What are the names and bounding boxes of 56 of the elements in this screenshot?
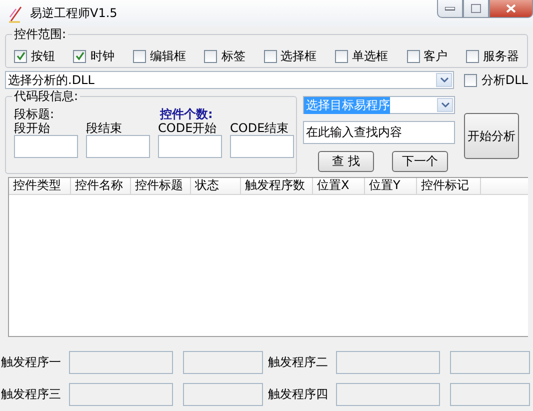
input-field[interactable] xyxy=(183,383,263,406)
input-field[interactable] xyxy=(69,351,173,374)
field-label: 段开始 xyxy=(14,121,51,135)
group-title: 控件范围: xyxy=(12,27,68,41)
input-field[interactable] xyxy=(336,351,440,374)
column-header[interactable]: 控件标题 xyxy=(131,178,191,194)
checkbox[interactable]: 选择框 xyxy=(264,48,317,64)
input-field[interactable] xyxy=(86,135,150,158)
app-icon xyxy=(8,4,24,22)
search-field[interactable]: 在此输入查找内容 xyxy=(303,121,455,144)
column-header[interactable]: 位置X xyxy=(313,178,365,194)
input-field[interactable] xyxy=(230,135,294,158)
checkbox[interactable]: 客户 xyxy=(406,48,448,64)
field-label: 段结束 xyxy=(86,121,123,135)
input-field[interactable] xyxy=(336,383,440,406)
input-field[interactable] xyxy=(69,383,173,406)
column-header[interactable]: 触发程序数 xyxy=(241,178,313,194)
column-header[interactable]: 控件标记 xyxy=(417,178,481,194)
analyze-dll-checkbox[interactable]: 分析DLL xyxy=(464,72,528,88)
input-field[interactable] xyxy=(14,135,78,158)
maximize-icon xyxy=(471,4,481,13)
dll-dropdown[interactable]: 选择分析的.DLL xyxy=(5,71,454,89)
column-header[interactable]: 位置Y xyxy=(365,178,417,194)
column-header[interactable]: 状态 xyxy=(191,178,241,194)
next-button[interactable]: 下一个 xyxy=(392,151,448,172)
window-title: 易逆工程师V1.5 xyxy=(30,5,118,22)
minimize-button[interactable] xyxy=(437,0,463,18)
checkmark-icon xyxy=(74,51,85,61)
column-header[interactable]: 控件名称 xyxy=(71,178,131,194)
checkbox[interactable]: 按钮 xyxy=(14,48,55,64)
control-count-label: 控件个数: xyxy=(160,107,213,121)
input-field[interactable] xyxy=(183,351,263,374)
trigger-label: 触发程序四 xyxy=(268,386,329,403)
start-analysis-button[interactable]: 开始分析 xyxy=(464,113,519,159)
close-icon xyxy=(506,4,516,13)
minimize-icon xyxy=(445,6,455,10)
checkbox[interactable]: 编辑框 xyxy=(132,48,186,64)
input-field[interactable] xyxy=(158,135,222,158)
checkbox[interactable]: 单选框 xyxy=(335,48,388,64)
trigger-label: 触发程序三 xyxy=(1,386,62,403)
column-header[interactable]: 控件类型 xyxy=(9,178,71,194)
input-field[interactable] xyxy=(450,351,530,374)
field-label: CODE结束 xyxy=(230,121,290,135)
maximize-button[interactable] xyxy=(463,0,489,18)
trigger-label: 触发程序一 xyxy=(1,354,62,371)
checkbox[interactable]: 时钟 xyxy=(73,48,114,64)
group-title: 代码段信息: xyxy=(12,89,80,103)
section-title-label: 段标题: xyxy=(14,107,56,121)
field-label: CODE开始 xyxy=(158,121,218,135)
input-field[interactable] xyxy=(450,383,530,406)
trigger-label: 触发程序二 xyxy=(268,354,329,371)
checkbox[interactable]: 服务器 xyxy=(466,48,519,64)
close-button[interactable] xyxy=(489,0,533,18)
find-button[interactable]: 查 找 xyxy=(318,151,374,172)
checkmark-icon xyxy=(16,51,26,61)
checkbox[interactable]: 标签 xyxy=(204,48,246,64)
